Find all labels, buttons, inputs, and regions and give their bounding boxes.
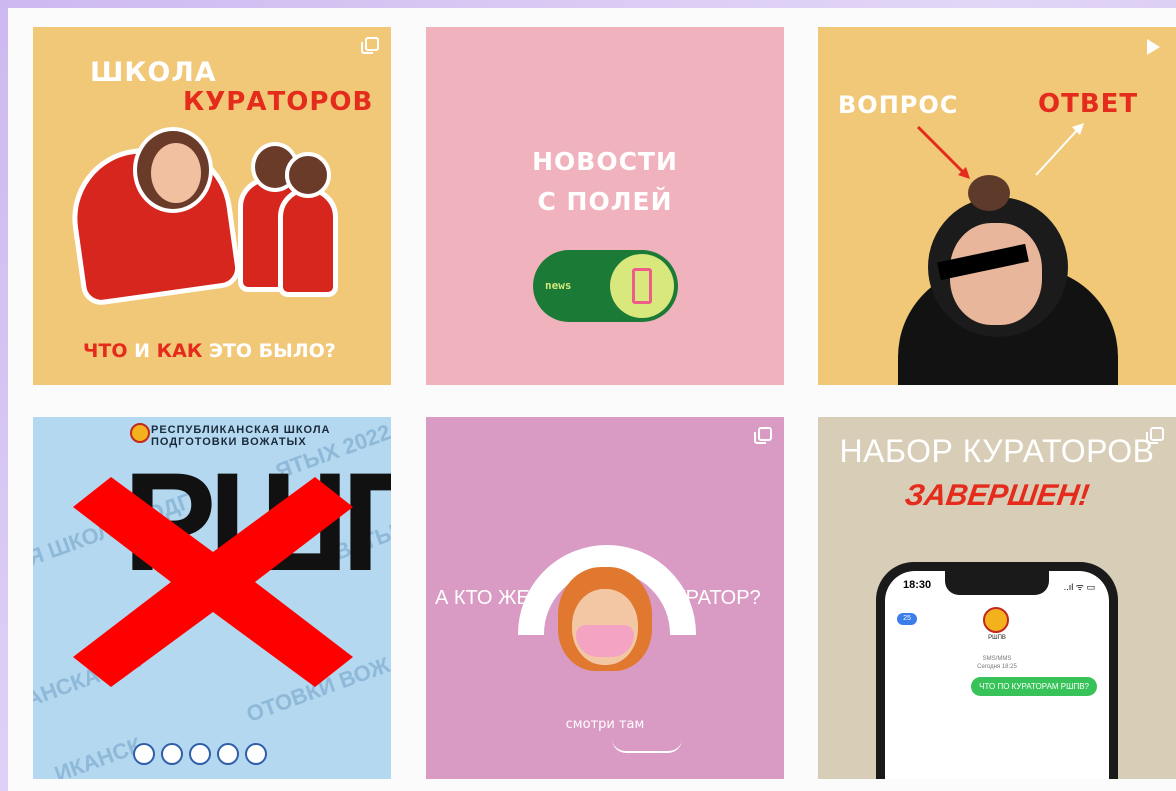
red-x-mark-icon [73, 477, 353, 687]
message-bubble: ЧТО ПО КУРАТОРАМ РШПВ? [971, 677, 1097, 696]
partner-logo-icon [217, 743, 239, 765]
look-there-text: смотри там [565, 717, 645, 732]
partner-logo-icon [189, 743, 211, 765]
caption-right: КУРАТОР? [661, 587, 761, 609]
phone-outline-icon [632, 268, 652, 304]
partner-logo-icon [133, 743, 155, 765]
post-rshpv-crossed[interactable]: Я ШКОЛА ПОДГ ЯТЫХ 2022 ВАТЫХ АНСКАЯ Ш ОТ… [33, 417, 391, 779]
recruitment-subtitle: ЗАВЕРШЕН! [902, 479, 1092, 512]
person-head-3 [285, 152, 331, 198]
contact-name: РШПВ [988, 635, 1006, 641]
back-badge: 25 [897, 613, 917, 625]
person-face [151, 143, 201, 203]
footer-word-was: ЭТО БЫЛО? [202, 340, 336, 362]
news-toggle: news [533, 250, 678, 322]
caption-left: А КТО ЖЕ [435, 587, 530, 609]
phone-time: 18:30 [903, 579, 932, 591]
red-arrow [916, 125, 968, 177]
news-title-line2: С ПОЛЕЙ [537, 187, 673, 216]
school-header-line1: РЕСПУБЛИКАНСКАЯ ШКОЛА [151, 424, 331, 436]
sms-info: SMS/MMS Сегодня 18:25 [885, 655, 1109, 671]
sms-date: Сегодня 18:25 [977, 664, 1017, 670]
recruitment-title: НАБОР КУРАТОРОВ [839, 433, 1155, 469]
post-curators-school[interactable]: ШКОЛА КУРАТОРОВ ЧТО И КАК ЭТО БЫЛО? [33, 27, 391, 385]
news-title-line1: НОВОСТИ [532, 147, 678, 176]
phone-status-icons: ..ıl ᯤ ▭ [1063, 582, 1095, 592]
sms-type: SMS/MMS [982, 656, 1012, 662]
footer-word-how: КАК [156, 340, 203, 362]
footer-word-what: ЧТО [83, 340, 128, 362]
school-emblem-icon [130, 423, 150, 443]
partner-logo-icon [161, 743, 183, 765]
phone-screen: 18:30 ..ıl ᯤ ▭ 25 РШПВ SMS/MMS Сегодня 1… [885, 571, 1109, 779]
toggle-label: news [545, 279, 572, 292]
post-question-answer[interactable]: ВОПРОС ОТВЕТ [818, 27, 1176, 385]
post-footer: ЧТО И КАК ЭТО БЫЛО? [83, 340, 336, 362]
post-who-is-curator[interactable]: А КТО ЖЕ КУРАТОР? смотри там [426, 417, 784, 779]
post-news[interactable]: НОВОСТИ С ПОЛЕЙ news [426, 27, 784, 385]
white-arrow [1035, 126, 1081, 176]
post-title-line1: ШКОЛА [90, 57, 217, 88]
hair-bun [968, 175, 1010, 211]
multiple-images-icon [754, 427, 772, 444]
phone-mockup: 18:30 ..ıl ᯤ ▭ 25 РШПВ SMS/MMS Сегодня 1… [876, 562, 1118, 779]
partner-logo-icon [245, 743, 267, 765]
phone-notch [945, 571, 1049, 595]
curved-arrow-icon [612, 739, 682, 753]
post-title-line2: КУРАТОРОВ [183, 87, 374, 117]
toggle-knob [610, 254, 674, 318]
post-recruitment-finished[interactable]: НАБОР КУРАТОРОВ ЗАВЕРШЕН! 18:30 ..ıl ᯤ ▭… [818, 417, 1176, 779]
memoji-face-mask [576, 625, 634, 657]
multiple-images-icon [361, 37, 379, 54]
contact-avatar [983, 607, 1009, 633]
bg-text-6: ИКАНСК [51, 732, 145, 779]
person-figure-3 [278, 187, 338, 297]
partner-logos [133, 743, 267, 765]
footer-word-and: И [127, 340, 157, 362]
